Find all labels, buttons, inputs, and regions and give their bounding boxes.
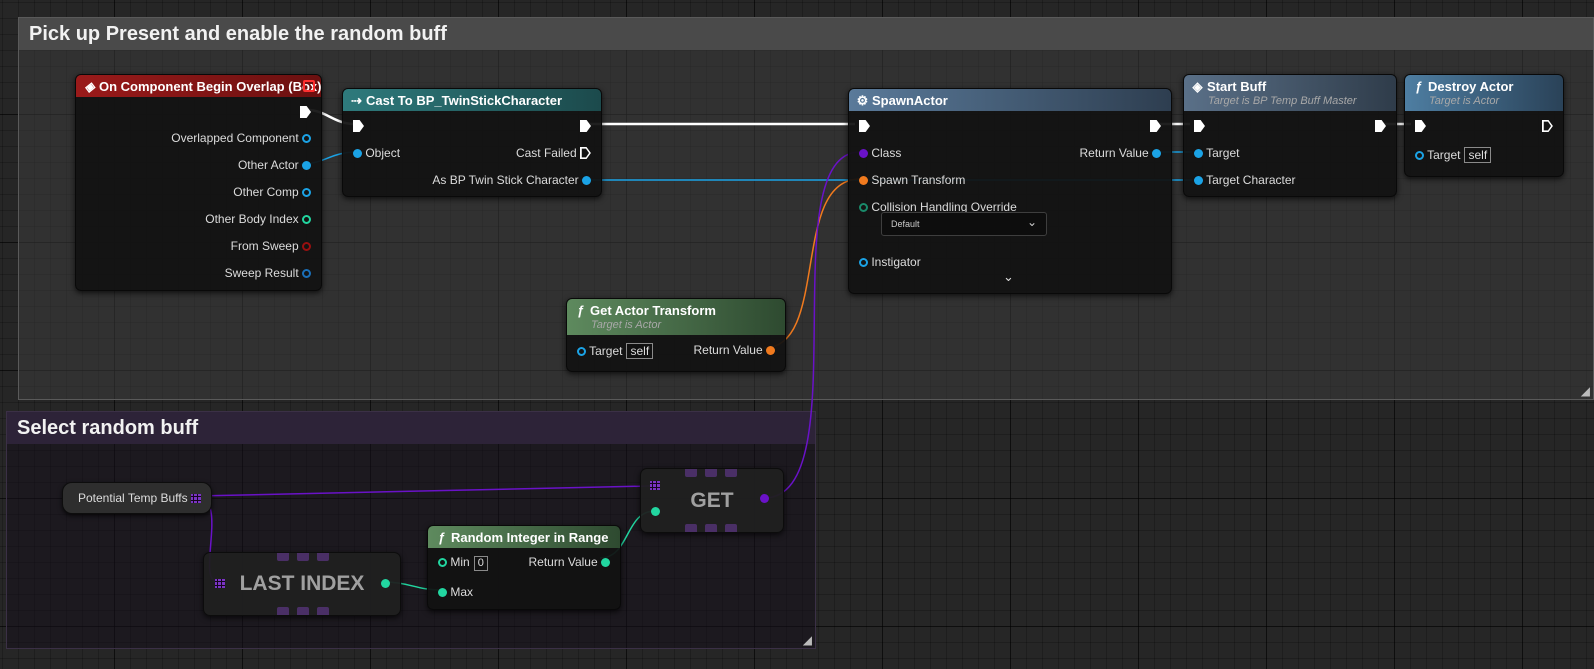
event-diamond-icon: ◈ <box>84 79 95 94</box>
pin-cast-failed[interactable]: Cast Failed <box>516 146 591 160</box>
pin-overlapped-component[interactable]: Overlapped Component <box>171 131 311 145</box>
exec-pin-icon[interactable] <box>580 147 591 159</box>
variable-node-potential-temp-buffs[interactable]: Potential Temp Buffs <box>62 482 212 514</box>
int-pin-icon[interactable] <box>381 579 390 588</box>
chevron-down-icon: ⌄ <box>1026 215 1037 229</box>
array-get-node[interactable]: GET <box>640 468 784 533</box>
node-header[interactable]: ƒ Random Integer in Range <box>428 526 620 548</box>
exec-pin-icon[interactable] <box>580 120 591 132</box>
exec-out-pin[interactable] <box>300 105 311 119</box>
class-pin-icon[interactable] <box>760 494 769 503</box>
exec-out-pin[interactable] <box>580 119 591 133</box>
exec-pin-icon[interactable] <box>1542 120 1553 132</box>
node-title: ƒ Get Actor Transform <box>574 303 716 318</box>
pin-other-actor[interactable]: Other Actor <box>238 158 311 172</box>
array-pin-icon[interactable] <box>650 481 660 490</box>
delegate-pin-icon[interactable] <box>303 80 315 92</box>
expand-advanced-chevron-icon[interactable]: ⌄ <box>1003 269 1014 285</box>
pin-instigator[interactable]: Instigator <box>859 255 921 269</box>
pin-spawn-transform[interactable]: Spawn Transform <box>859 173 965 187</box>
random-integer-in-range-node[interactable]: ƒ Random Integer in Range Min 0 Return Val… <box>427 525 621 610</box>
exec-pin-icon[interactable] <box>1415 120 1426 132</box>
array-pin-icon[interactable] <box>190 494 201 503</box>
node-title: ⚙ SpawnActor <box>856 93 948 108</box>
min-input[interactable]: 0 <box>473 556 488 571</box>
pin-sweep-result[interactable]: Sweep Result <box>225 266 311 280</box>
node-header[interactable]: ƒ Destroy Actor Target is Actor <box>1405 75 1563 111</box>
comment-header[interactable]: Pick up Present and enable the random bu… <box>19 18 1593 50</box>
node-title: ƒ Destroy Actor <box>1412 79 1514 94</box>
exec-in-pin[interactable] <box>353 119 364 133</box>
pin-max[interactable]: Max <box>438 585 473 599</box>
node-title: ◈ Start Buff <box>1192 79 1267 94</box>
node-header[interactable]: ⚙ SpawnActor <box>849 89 1171 111</box>
spawn-gear-icon: ⚙ <box>856 93 869 108</box>
exec-out-pin[interactable] <box>1375 119 1386 133</box>
resize-handle-icon[interactable]: ◢ <box>803 634 812 646</box>
pin-from-sweep[interactable]: From Sweep <box>231 239 311 253</box>
function-icon: ƒ <box>576 303 585 318</box>
node-header[interactable]: ◈ Start Buff Target is BP Temp Buff Maste… <box>1184 75 1396 111</box>
exec-in-pin[interactable] <box>1415 119 1426 133</box>
exec-out-pin[interactable] <box>1542 119 1553 133</box>
pin-as-character[interactable]: As BP Twin Stick Character <box>432 173 591 187</box>
comment-header[interactable]: Select random buff <box>7 412 815 444</box>
node-title: ⇢ Cast To BP_TwinStickCharacter <box>351 93 563 108</box>
pin-target[interactable]: Target self <box>577 343 654 359</box>
pin-min[interactable]: Min 0 <box>438 555 488 571</box>
pin-array-out[interactable]: Potential Temp Buffs <box>78 491 201 505</box>
array-pin-icon[interactable] <box>215 579 225 588</box>
function-icon: ƒ <box>1414 79 1423 94</box>
pin-target[interactable]: Target <box>1194 146 1239 160</box>
comment-title: Pick up Present and enable the random bu… <box>29 23 447 45</box>
cast-arrow-icon: ⇢ <box>351 93 362 108</box>
start-buff-node[interactable]: ◈ Start Buff Target is BP Temp Buff Maste… <box>1183 74 1397 197</box>
collision-handling-dropdown[interactable]: Default ⌄ <box>881 212 1047 236</box>
node-title: ƒ Random Integer in Range <box>435 530 609 545</box>
cast-node[interactable]: ⇢ Cast To BP_TwinStickCharacter Object Ca… <box>342 88 602 197</box>
exec-pin-icon[interactable] <box>300 106 311 118</box>
exec-pin-icon[interactable] <box>1375 120 1386 132</box>
spawn-actor-node[interactable]: ⚙ SpawnActor Class Return Value Spawn Tra… <box>848 88 1172 294</box>
pin-return-value[interactable]: Return Value <box>529 555 610 569</box>
event-diamond-icon: ◈ <box>1192 79 1203 94</box>
last-index-node[interactable]: LAST INDEX <box>203 552 401 616</box>
resize-handle-icon[interactable]: ◢ <box>1581 385 1590 397</box>
comment-title: Select random buff <box>17 417 199 439</box>
pin-other-body-index[interactable]: Other Body Index <box>205 212 311 226</box>
destroy-actor-node[interactable]: ƒ Destroy Actor Target is Actor Target sel… <box>1404 74 1564 177</box>
exec-pin-icon[interactable] <box>353 120 364 132</box>
exec-pin-icon[interactable] <box>1150 120 1161 132</box>
node-header[interactable]: ƒ Get Actor Transform Target is Actor <box>567 299 785 335</box>
exec-pin-icon[interactable] <box>859 120 870 132</box>
pin-target[interactable]: Target self <box>1415 147 1492 163</box>
pin-other-comp[interactable]: Other Comp <box>233 185 311 199</box>
node-header[interactable]: ◈ On Component Begin Overlap (Box) <box>76 75 321 97</box>
int-pin-icon[interactable] <box>651 507 660 516</box>
exec-in-pin[interactable] <box>1194 119 1205 133</box>
exec-pin-icon[interactable] <box>1194 120 1205 132</box>
function-icon: ƒ <box>437 530 446 545</box>
pin-return-value[interactable]: Return Value <box>1080 146 1161 160</box>
event-node-component-begin-overlap[interactable]: ◈ On Component Begin Overlap (Box) Overla… <box>75 74 322 291</box>
pin-return-value[interactable]: Return Value <box>694 343 775 357</box>
node-subtitle: Target is Actor <box>1429 95 1500 107</box>
node-subtitle: Target is Actor <box>591 319 662 331</box>
node-subtitle: Target is BP Temp Buff Master <box>1208 95 1357 107</box>
compact-node-label: LAST INDEX <box>239 572 365 595</box>
get-actor-transform-node[interactable]: ƒ Get Actor Transform Target is Actor Tar… <box>566 298 786 372</box>
pin-target-character[interactable]: Target Character <box>1194 173 1296 187</box>
node-header[interactable]: ⇢ Cast To BP_TwinStickCharacter <box>343 89 601 111</box>
pin-object[interactable]: Object <box>353 146 400 160</box>
node-title: ◈ On Component Begin Overlap (Box) <box>84 79 322 94</box>
self-input[interactable]: self <box>626 343 654 359</box>
self-input[interactable]: self <box>1464 147 1492 163</box>
dropdown-value: Default <box>891 219 920 229</box>
exec-out-pin[interactable] <box>1150 119 1161 133</box>
exec-in-pin[interactable] <box>859 119 870 133</box>
pin-class[interactable]: Class <box>859 146 901 160</box>
